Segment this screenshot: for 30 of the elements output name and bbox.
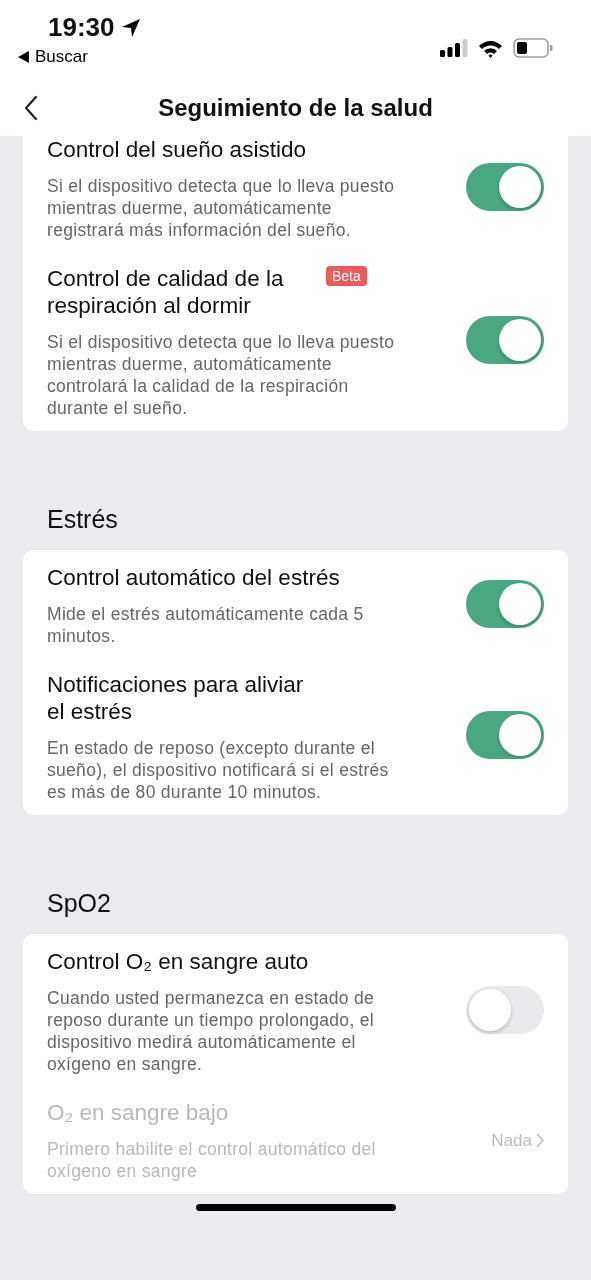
setting-title: Control del sueño asistido [47,136,306,163]
setting-description: Cuando usted permanezca en estado de reposo durante un tiempo prolongado, el dispositivo medirá automáticamente el oxígeno en sangre. [47,987,375,1075]
chevron-left-icon [24,95,38,121]
toggle-switch[interactable] [466,579,544,628]
chevron-right-icon [536,1133,544,1148]
toggle-switch[interactable] [466,711,544,759]
setting-title: Control de calidad de la respiración al dormir [47,265,285,319]
toggle-switch[interactable] [466,316,544,364]
setting-description: Mide el estrés automáticamente cada 5 minutos. [47,603,365,647]
section-title: Estrés [46,504,119,535]
setting-title: O₂ en sangre bajo [47,1099,229,1126]
back-to-app-link[interactable]: Buscar [18,43,141,67]
section-title: SpO2 [46,888,112,919]
back-triangle-icon [18,51,29,63]
toggle-switch[interactable] [466,162,544,211]
setting-title: Control automático del estrés [47,564,340,591]
page-title: Seguimiento de la salud [158,94,433,122]
setting-description: Si el dispositivo detecta que lo lleva puesto mientras duerme, automáticamente controlará la calidad de la respiración durante el sueño. [47,331,396,419]
setting-title: Control O₂ en sangre auto [47,948,309,975]
setting-title: Notificaciones para aliviar el estrés [47,671,305,725]
location-arrow-icon [120,17,141,38]
toggle-switch[interactable] [466,985,544,1034]
setting-description: En estado de reposo (excepto durante el sueño), el dispositivo notificará si el estrés es más de 80 durante 10 minutos. [47,737,390,803]
battery-icon [513,38,553,58]
beta-badge: Beta [326,266,367,286]
signal-icon [440,39,468,57]
setting-description: Primero habilite el control automático del oxígeno en sangre [47,1138,377,1182]
status-time: 19:30 [48,12,115,43]
setting-description: Si el dispositivo detecta que lo lleva puesto mientras duerme, automáticamente registrará más información del sueño. [47,175,396,241]
wifi-icon [478,38,503,58]
